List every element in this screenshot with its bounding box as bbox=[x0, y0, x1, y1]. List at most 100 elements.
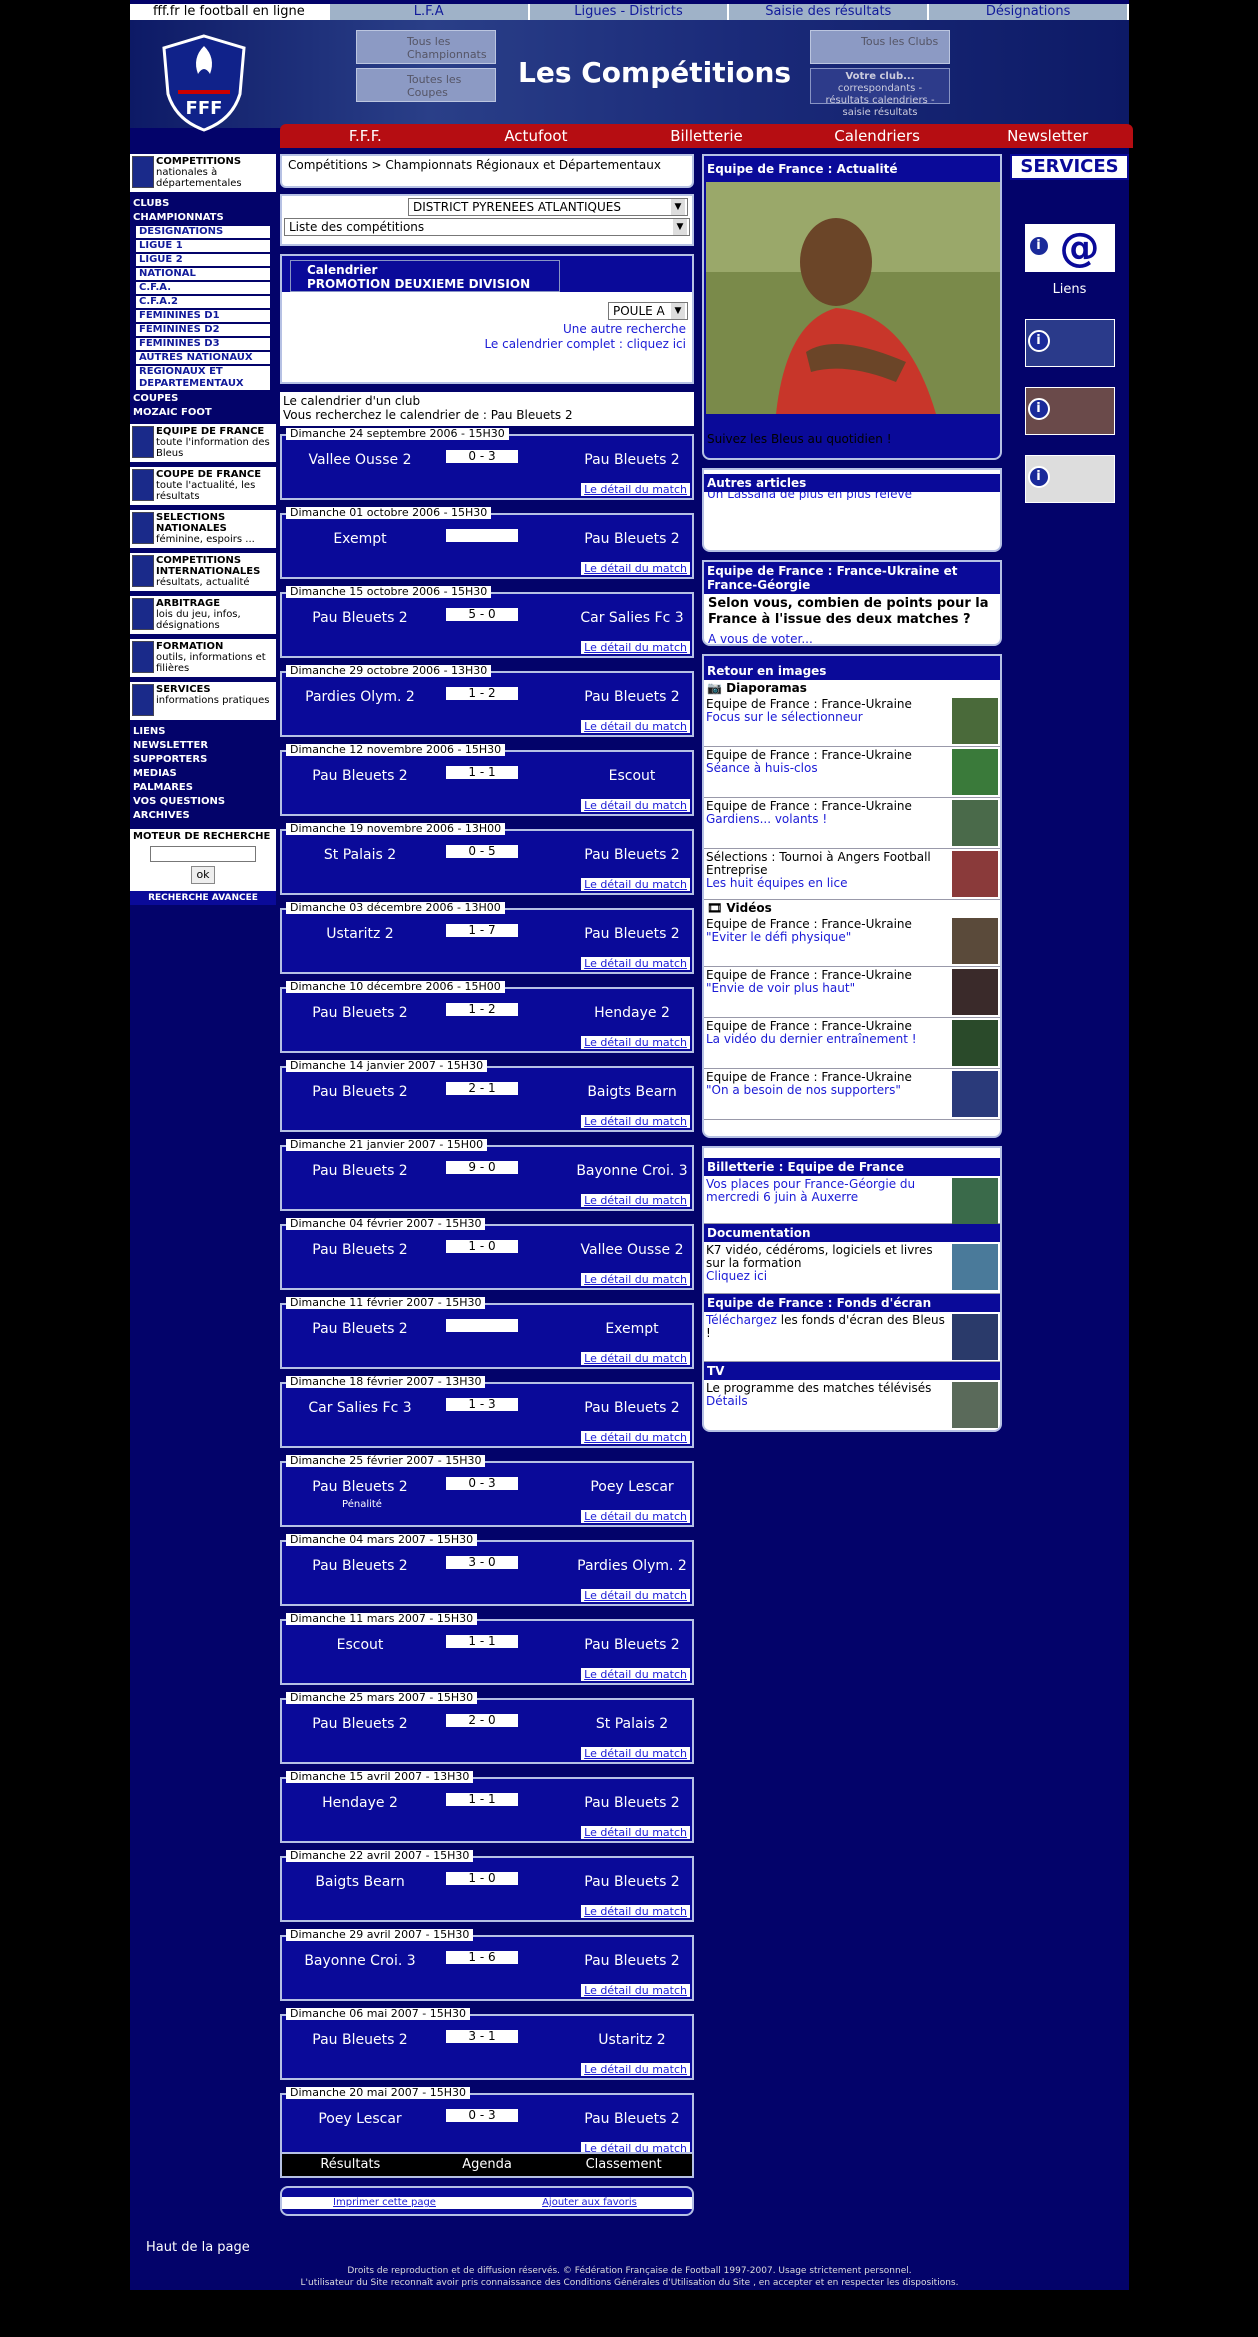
liens-label[interactable]: Liens bbox=[1010, 282, 1129, 297]
box-formation[interactable]: FORMATION outils, informations et filière… bbox=[130, 639, 276, 677]
image-item[interactable]: Sélections : Tournoi à Angers Football E… bbox=[704, 849, 1000, 900]
search-ok-button[interactable]: ok bbox=[191, 866, 215, 884]
tab-saisie[interactable]: Saisie des résultats bbox=[729, 4, 930, 20]
match-detail-link[interactable]: Le détail du match bbox=[581, 1984, 690, 1997]
image-item[interactable]: Equipe de France : France-Ukraine "On a b… bbox=[704, 1069, 1000, 1120]
nav-calendriers[interactable]: Calendriers bbox=[792, 124, 963, 148]
sub-regionaux[interactable]: REGIONAUX ET DEPARTEMENTAUX bbox=[136, 366, 270, 390]
box-selections[interactable]: SELECTIONS NATIONALES féminine, espoirs .… bbox=[130, 510, 276, 548]
autres-article-link[interactable]: Un Lassana de plus en plus relevé bbox=[704, 492, 1000, 500]
district-select[interactable]: DISTRICT PYRENEES ATLANTIQUES bbox=[408, 198, 688, 216]
match-detail-link[interactable]: Le détail du match bbox=[581, 1668, 690, 1681]
tab-classement[interactable]: Classement bbox=[555, 2154, 692, 2176]
tab-fff[interactable]: fff.fr le football en ligne bbox=[130, 4, 330, 20]
documentation-row[interactable]: K7 vidéo, cédéroms, logiciels et livres … bbox=[704, 1242, 1000, 1294]
tab-designations[interactable]: Désignations bbox=[929, 4, 1129, 20]
item-link[interactable]: Les huit équipes en lice bbox=[706, 876, 847, 890]
item-link[interactable]: Focus sur le sélectionneur bbox=[706, 710, 863, 724]
sub-cfa2[interactable]: C.F.A.2 bbox=[136, 296, 270, 308]
tab-lfa[interactable]: L.F.A bbox=[329, 4, 530, 20]
billetterie-link[interactable]: Vos places pour France-Géorgie du mercre… bbox=[706, 1177, 915, 1204]
match-detail-link[interactable]: Le détail du match bbox=[581, 1352, 690, 1365]
link-vos-questions[interactable]: VOS QUESTIONS bbox=[130, 795, 276, 809]
competition-select[interactable]: Liste des compétitions bbox=[284, 218, 690, 236]
match-detail-link[interactable]: Le détail du match bbox=[581, 799, 690, 812]
box-services[interactable]: SERVICES informations pratiques bbox=[130, 682, 276, 720]
nav-fff[interactable]: F.F.F. bbox=[280, 124, 451, 148]
link-mozaic[interactable]: MOZAIC FOOT bbox=[130, 406, 276, 420]
match-detail-link[interactable]: Le détail du match bbox=[581, 1747, 690, 1760]
match-detail-link[interactable]: Le détail du match bbox=[581, 1431, 690, 1444]
match-detail-link[interactable]: Le détail du match bbox=[581, 878, 690, 891]
match-detail-link[interactable]: Le détail du match bbox=[581, 1589, 690, 1602]
item-link[interactable]: "Envie de voir plus haut" bbox=[706, 981, 855, 995]
item-link[interactable]: La vidéo du dernier entraînement ! bbox=[706, 1032, 917, 1046]
back-to-top-link[interactable]: Haut de la page bbox=[146, 2240, 250, 2255]
actu-title[interactable]: Equipe de France : Actualité bbox=[704, 156, 1000, 182]
link-newsletter[interactable]: NEWSLETTER bbox=[130, 739, 276, 753]
vote-link[interactable]: A vous de voter... bbox=[704, 630, 1000, 644]
match-detail-link[interactable]: Le détail du match bbox=[581, 2063, 690, 2076]
actu-caption[interactable]: Suivez les Bleus au quotidien ! bbox=[704, 414, 1000, 446]
match-detail-link[interactable]: Le détail du match bbox=[581, 641, 690, 654]
box-competitions[interactable]: COMPETITIONS nationales à départementale… bbox=[130, 154, 276, 192]
banner-votre-club[interactable]: Votre club... correspondants - résultats… bbox=[810, 68, 950, 118]
image-item[interactable]: Equipe de France : France-Ukraine "Envie … bbox=[704, 967, 1000, 1018]
banner-clubs[interactable]: Tous les Clubs bbox=[810, 30, 950, 64]
autre-recherche-link[interactable]: Une autre recherche bbox=[563, 322, 686, 336]
link-medias[interactable]: MEDIAS bbox=[130, 767, 276, 781]
advanced-search-link[interactable]: RECHERCHE AVANCEE bbox=[130, 891, 276, 905]
sub-feminines-d2[interactable]: FEMININES D2 bbox=[136, 324, 270, 336]
nav-actufoot[interactable]: Actufoot bbox=[451, 124, 622, 148]
link-coupes[interactable]: COUPES bbox=[130, 392, 276, 406]
match-detail-link[interactable]: Le détail du match bbox=[581, 483, 690, 496]
billetterie-row[interactable]: Vos places pour France-Géorgie du mercre… bbox=[704, 1176, 1000, 1224]
link-supporters[interactable]: SUPPORTERS bbox=[130, 753, 276, 767]
tv-row[interactable]: Le programme des matches télévisés Détail… bbox=[704, 1380, 1000, 1430]
box-equipe-de-france[interactable]: EQUIPE DE FRANCE toute l'information des … bbox=[130, 424, 276, 462]
sub-national[interactable]: NATIONAL bbox=[136, 268, 270, 280]
image-item[interactable]: Equipe de France : France-Ukraine Gardien… bbox=[704, 798, 1000, 849]
calendrier-complet-link[interactable]: Le calendrier complet : cliquez ici bbox=[484, 337, 686, 351]
image-item[interactable]: Equipe de France : France-Ukraine Focus s… bbox=[704, 696, 1000, 747]
match-detail-link[interactable]: Le détail du match bbox=[581, 1273, 690, 1286]
item-link[interactable]: Gardiens... volants ! bbox=[706, 812, 827, 826]
image-item[interactable]: Equipe de France : France-Ukraine La vidé… bbox=[704, 1018, 1000, 1069]
match-detail-link[interactable]: Le détail du match bbox=[581, 1115, 690, 1128]
box-coupe-de-france[interactable]: COUPE DE FRANCE toute l'actualité, les ré… bbox=[130, 467, 276, 505]
item-link[interactable]: "On a besoin de nos supporters" bbox=[706, 1083, 901, 1097]
box-internationales[interactable]: COMPETITIONS INTERNATIONALES résultats, a… bbox=[130, 553, 276, 591]
sub-ligue2[interactable]: LIGUE 2 bbox=[136, 254, 270, 266]
favorites-link[interactable]: Ajouter aux favoris bbox=[487, 2197, 692, 2209]
documentation-link[interactable]: Cliquez ici bbox=[706, 1269, 767, 1283]
image-item[interactable]: Equipe de France : France-Ukraine "Eviter… bbox=[704, 916, 1000, 967]
sub-ligue1[interactable]: LIGUE 1 bbox=[136, 240, 270, 252]
link-clubs[interactable]: CLUBS bbox=[130, 197, 276, 211]
sub-feminines-d3[interactable]: FEMININES D3 bbox=[136, 338, 270, 350]
print-link[interactable]: Imprimer cette page bbox=[282, 2197, 487, 2209]
breadcrumb[interactable]: Compétitions > Championnats Régionaux et… bbox=[282, 156, 692, 174]
fff-logo[interactable]: FFF bbox=[160, 34, 248, 132]
service-button-2[interactable]: i bbox=[1024, 319, 1115, 367]
service-button-3[interactable]: i bbox=[1024, 387, 1115, 435]
match-detail-link[interactable]: Le détail du match bbox=[581, 1194, 690, 1207]
item-link[interactable]: "Eviter le défi physique" bbox=[706, 930, 851, 944]
link-palmares[interactable]: PALMARES bbox=[130, 781, 276, 795]
match-detail-link[interactable]: Le détail du match bbox=[581, 1036, 690, 1049]
sub-feminines-d1[interactable]: FEMININES D1 bbox=[136, 310, 270, 322]
box-arbitrage[interactable]: ARBITRAGE lois du jeu, infos, désignation… bbox=[130, 596, 276, 634]
tab-resultats[interactable]: Résultats bbox=[282, 2154, 419, 2176]
actu-photo[interactable] bbox=[706, 182, 1000, 414]
liens-button[interactable]: i @ bbox=[1024, 224, 1115, 272]
image-item[interactable]: Equipe de France : France-Ukraine Séance … bbox=[704, 747, 1000, 798]
fonds-link[interactable]: Téléchargez bbox=[706, 1313, 777, 1327]
service-button-4[interactable]: i bbox=[1024, 455, 1115, 503]
match-detail-link[interactable]: Le détail du match bbox=[581, 1826, 690, 1839]
banner-coupes[interactable]: Toutes les Coupes bbox=[356, 68, 496, 102]
nav-newsletter[interactable]: Newsletter bbox=[962, 124, 1133, 148]
sub-designations[interactable]: DESIGNATIONS bbox=[136, 226, 270, 238]
match-detail-link[interactable]: Le détail du match bbox=[581, 720, 690, 733]
item-link[interactable]: Séance à huis-clos bbox=[706, 761, 818, 775]
link-liens[interactable]: LIENS bbox=[130, 725, 276, 739]
tab-agenda[interactable]: Agenda bbox=[419, 2154, 556, 2176]
